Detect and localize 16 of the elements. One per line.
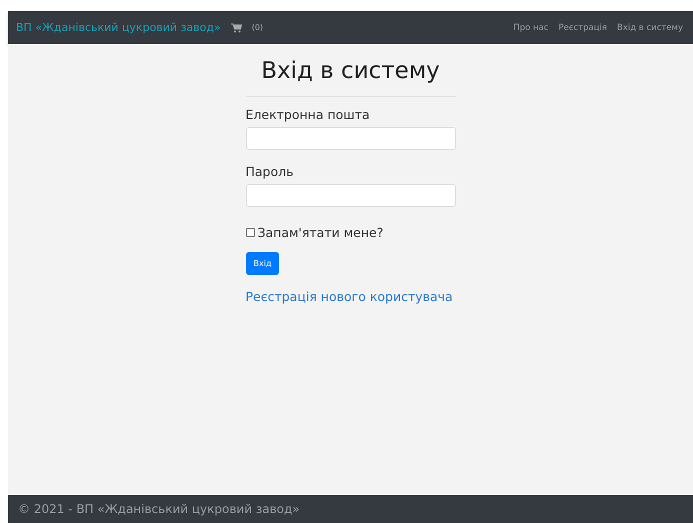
- nav-link[interactable]: Вхід в систему: [616, 22, 683, 32]
- checkbox[interactable]: [246, 228, 254, 237]
- nav-link[interactable]: Про нас: [513, 22, 548, 32]
- checkbox-label: Запам'ятати мене?: [258, 225, 384, 240]
- cart-icon[interactable]: [230, 22, 242, 32]
- brand-link[interactable]: ВП «Жданівський цукровий завод»: [16, 21, 221, 34]
- field-label: Електронна пошта: [246, 107, 371, 122]
- input-field[interactable]: [246, 127, 456, 150]
- nav-link[interactable]: Реєстрація: [558, 22, 607, 32]
- login-button[interactable]: Вхід: [246, 252, 280, 275]
- input-field[interactable]: [246, 184, 456, 207]
- page-title: Вхід в систему: [260, 58, 441, 84]
- register-link[interactable]: Реєстрація нового користувача: [246, 289, 456, 304]
- field-label: Пароль: [246, 164, 294, 179]
- footer-text: © 2021 - ВП «Жданівський цукровий завод»: [18, 502, 300, 516]
- cart-count: (0): [252, 23, 264, 32]
